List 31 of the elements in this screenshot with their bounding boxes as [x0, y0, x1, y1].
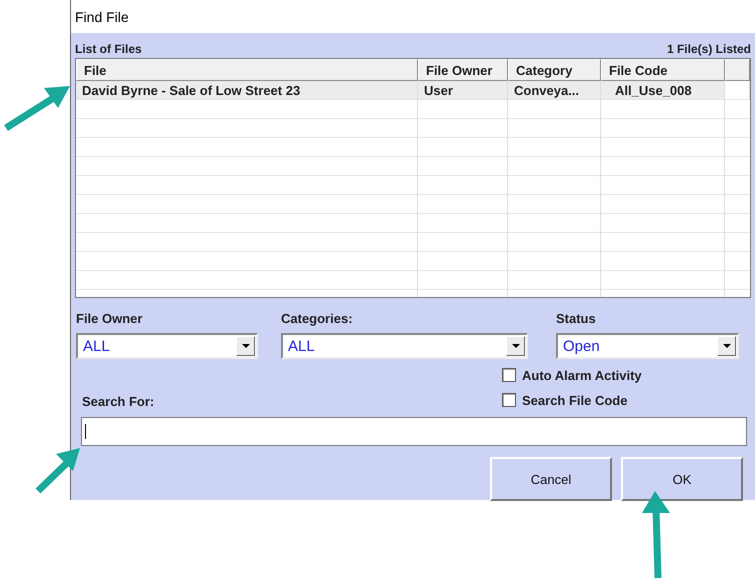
table-cell: User: [418, 81, 508, 100]
checkbox-label: Search File Code: [522, 392, 628, 408]
caret-icon: [722, 344, 730, 348]
pointer-arrow: [36, 448, 80, 494]
column-header[interactable]: Category: [508, 59, 601, 81]
file-count: 1 File(s) Listed: [666, 42, 751, 58]
checkbox[interactable]: [502, 393, 516, 407]
checkbox-label: Auto Alarm Activity: [522, 368, 642, 382]
caret-icon: [242, 344, 250, 348]
dropdown[interactable]: ALL: [76, 333, 258, 359]
field-label: Categories:: [281, 311, 354, 327]
column-header[interactable]: File: [76, 59, 418, 81]
field-label: File Owner: [76, 311, 144, 327]
field-label: Status: [556, 311, 597, 327]
dialog-button[interactable]: OK: [621, 457, 743, 501]
table-cell: Conveya...: [508, 81, 601, 100]
search-label: Search For:: [81, 394, 156, 411]
dialog-button[interactable]: Cancel: [490, 457, 612, 501]
list-label: List of Files: [75, 42, 142, 58]
dropdown[interactable]: ALL: [281, 333, 528, 359]
search-field[interactable]: [81, 417, 747, 446]
window-title: Find File: [75, 8, 129, 24]
file-row[interactable]: David Byrne - Sale of Low Street 23 User Conveya... All_Use_008: [76, 81, 750, 100]
table-cell: All_Use_008: [601, 81, 725, 100]
caret-icon: [512, 344, 520, 348]
pointer-arrow: [4, 86, 70, 131]
column-header[interactable]: File Owner: [418, 59, 508, 81]
table-cell: David Byrne - Sale of Low Street 23: [76, 81, 418, 100]
dropdown[interactable]: Open: [556, 333, 739, 359]
checkbox[interactable]: [502, 368, 516, 382]
column-header[interactable]: File Code: [601, 59, 725, 81]
